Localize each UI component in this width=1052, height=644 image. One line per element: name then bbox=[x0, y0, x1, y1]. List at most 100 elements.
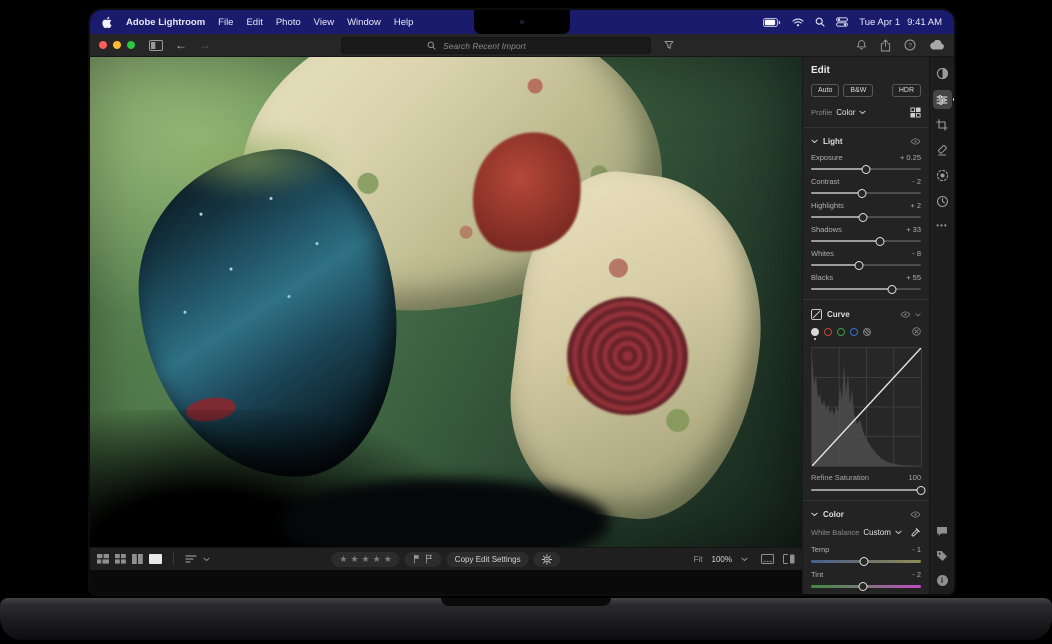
copy-edit-settings-button[interactable]: Copy Edit Settings bbox=[447, 552, 529, 567]
slider-knob[interactable] bbox=[917, 486, 926, 495]
whites-slider[interactable] bbox=[811, 264, 921, 266]
apple-menu-icon[interactable] bbox=[102, 16, 113, 29]
curve-reset-icon[interactable] bbox=[912, 327, 921, 336]
red-channel-icon[interactable] bbox=[824, 328, 832, 336]
slider-knob[interactable] bbox=[857, 189, 866, 198]
white-balance-chevron-icon[interactable] bbox=[895, 530, 902, 535]
masking-icon[interactable] bbox=[936, 169, 949, 182]
search-input[interactable] bbox=[441, 40, 565, 52]
share-icon[interactable] bbox=[880, 39, 891, 52]
view-switcher bbox=[97, 553, 210, 565]
menubar-date[interactable]: Tue Apr 1 bbox=[859, 17, 900, 28]
slider-knob[interactable] bbox=[862, 165, 871, 174]
minimize-window-button[interactable] bbox=[113, 41, 121, 49]
menu-help[interactable]: Help bbox=[394, 17, 414, 28]
sort-chevron-icon[interactable] bbox=[203, 557, 210, 562]
star-icon[interactable]: ★ bbox=[373, 555, 381, 564]
slider-knob[interactable] bbox=[858, 582, 867, 591]
presets-icon[interactable] bbox=[936, 67, 949, 80]
targeted-adjustment-icon[interactable] bbox=[863, 328, 871, 336]
green-channel-icon[interactable] bbox=[837, 328, 845, 336]
light-section-header[interactable]: Light bbox=[811, 137, 921, 146]
profile-value[interactable]: Color bbox=[836, 108, 855, 117]
blue-channel-icon[interactable] bbox=[850, 328, 858, 336]
menubar-time[interactable]: 9:41 AM bbox=[907, 17, 942, 28]
filter-icon[interactable] bbox=[664, 40, 674, 50]
zoom-fit-label[interactable]: Fit bbox=[694, 555, 703, 564]
contrast-slider[interactable] bbox=[811, 192, 921, 194]
blacks-slider[interactable] bbox=[811, 288, 921, 290]
star-icon[interactable]: ★ bbox=[362, 555, 370, 564]
comments-icon[interactable] bbox=[936, 526, 948, 537]
tone-curve-graph[interactable] bbox=[811, 347, 922, 467]
zoom-chevron-icon[interactable] bbox=[741, 557, 748, 562]
sort-icon[interactable] bbox=[185, 555, 197, 563]
curve-collapse-chevron-icon[interactable] bbox=[915, 313, 921, 317]
slider-knob[interactable] bbox=[859, 557, 868, 566]
color-visibility-eye-icon[interactable] bbox=[910, 511, 921, 518]
keywords-tag-icon[interactable] bbox=[936, 550, 948, 562]
menu-file[interactable]: File bbox=[218, 17, 233, 28]
wifi-icon[interactable] bbox=[792, 18, 804, 27]
slider-knob[interactable] bbox=[876, 237, 885, 246]
filmstrip-toggle-icon[interactable] bbox=[761, 554, 774, 564]
color-section-header[interactable]: Color bbox=[811, 510, 921, 519]
menu-photo[interactable]: Photo bbox=[276, 17, 301, 28]
auto-button[interactable]: Auto bbox=[811, 84, 839, 97]
menu-edit[interactable]: Edit bbox=[246, 17, 262, 28]
square-grid-view-icon[interactable] bbox=[115, 554, 126, 564]
bw-button[interactable]: B&W bbox=[843, 84, 873, 97]
highlights-slider[interactable] bbox=[811, 216, 921, 218]
hdr-button[interactable]: HDR bbox=[892, 84, 921, 97]
detail-view-icon[interactable] bbox=[149, 554, 162, 564]
more-tools-icon[interactable]: ••• bbox=[936, 221, 947, 230]
settings-gear-button[interactable] bbox=[534, 552, 561, 567]
help-icon[interactable]: ? bbox=[904, 39, 916, 51]
before-after-icon[interactable] bbox=[783, 554, 795, 564]
zoom-level[interactable]: 100% bbox=[712, 555, 732, 564]
tint-slider[interactable] bbox=[811, 585, 921, 588]
slider-knob[interactable] bbox=[888, 285, 897, 294]
versions-icon[interactable] bbox=[936, 195, 949, 208]
cloud-sync-icon[interactable] bbox=[929, 40, 945, 50]
exposure-slider[interactable] bbox=[811, 168, 921, 170]
menu-view[interactable]: View bbox=[314, 17, 334, 28]
notifications-bell-icon[interactable] bbox=[856, 39, 867, 51]
photo-grid-view-icon[interactable] bbox=[97, 554, 109, 564]
shadows-slider[interactable] bbox=[811, 240, 921, 242]
edit-tool-button[interactable] bbox=[933, 90, 952, 109]
search-bar[interactable] bbox=[341, 37, 651, 54]
battery-icon[interactable] bbox=[763, 18, 781, 27]
menubar-app-name[interactable]: Adobe Lightroom bbox=[126, 17, 205, 28]
eyedropper-icon[interactable] bbox=[910, 527, 921, 538]
slider-knob[interactable] bbox=[858, 213, 867, 222]
control-center-icon[interactable] bbox=[836, 17, 848, 27]
sidebar-toggle-icon[interactable] bbox=[149, 40, 163, 51]
healing-icon[interactable] bbox=[936, 144, 948, 156]
photo-canvas[interactable] bbox=[90, 57, 802, 547]
crop-icon[interactable] bbox=[936, 119, 948, 131]
star-icon[interactable]: ★ bbox=[350, 555, 358, 564]
pick-flag-icon[interactable] bbox=[413, 554, 422, 564]
star-icon[interactable]: ★ bbox=[384, 555, 392, 564]
profile-chevron-icon[interactable] bbox=[859, 110, 866, 115]
reject-flag-icon[interactable] bbox=[425, 554, 434, 564]
curve-section-header[interactable]: Curve bbox=[811, 309, 921, 320]
menu-window[interactable]: Window bbox=[347, 17, 381, 28]
compare-view-icon[interactable] bbox=[132, 554, 143, 564]
info-icon[interactable]: i bbox=[937, 575, 948, 586]
close-window-button[interactable] bbox=[99, 41, 107, 49]
channel-luma[interactable] bbox=[811, 328, 819, 340]
temp-slider[interactable] bbox=[811, 560, 921, 563]
back-button[interactable]: ← bbox=[175, 39, 187, 51]
light-visibility-eye-icon[interactable] bbox=[910, 138, 921, 145]
browse-profiles-icon[interactable] bbox=[910, 107, 921, 118]
refine-saturation-slider[interactable] bbox=[811, 489, 921, 491]
white-balance-value[interactable]: Custom bbox=[863, 528, 891, 537]
zoom-window-button[interactable] bbox=[127, 41, 135, 49]
slider-knob[interactable] bbox=[855, 261, 864, 270]
star-icon[interactable]: ★ bbox=[339, 555, 347, 564]
spotlight-search-icon[interactable] bbox=[815, 17, 825, 27]
star-rating[interactable]: ★ ★ ★ ★ ★ bbox=[331, 552, 399, 567]
curve-visibility-eye-icon[interactable] bbox=[900, 311, 911, 318]
